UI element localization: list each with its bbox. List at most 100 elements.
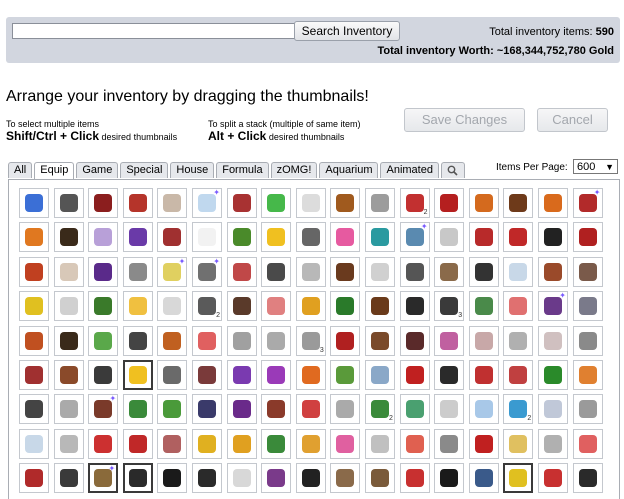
inventory-slot[interactable] [261, 394, 292, 425]
inventory-slot[interactable] [226, 188, 257, 218]
inventory-slot[interactable] [295, 222, 326, 253]
inventory-slot[interactable] [364, 359, 395, 390]
inventory-slot[interactable] [503, 291, 534, 322]
inventory-slot[interactable] [191, 222, 222, 253]
inventory-slot[interactable] [157, 463, 188, 494]
inventory-slot[interactable] [226, 222, 257, 253]
inventory-slot[interactable] [503, 325, 534, 356]
inventory-slot[interactable] [572, 222, 603, 253]
inventory-slot[interactable] [399, 359, 430, 390]
tab-all[interactable]: All [8, 162, 33, 178]
inventory-slot[interactable] [226, 463, 257, 494]
inventory-slot[interactable] [434, 256, 465, 287]
items-per-page-select[interactable]: 600 ▼ [573, 159, 618, 174]
inventory-slot[interactable] [122, 428, 153, 459]
inventory-slot[interactable] [122, 188, 153, 218]
inventory-slot[interactable] [434, 325, 465, 356]
inventory-slot[interactable] [537, 463, 568, 494]
inventory-slot[interactable] [88, 428, 119, 459]
inventory-slot[interactable] [468, 188, 499, 218]
tab-aquarium[interactable]: Aquarium [319, 162, 379, 178]
inventory-slot[interactable] [468, 222, 499, 253]
tab-animated[interactable]: Animated [380, 162, 439, 178]
inventory-slot[interactable] [122, 325, 153, 356]
inventory-slot[interactable] [157, 222, 188, 253]
inventory-slot[interactable] [88, 325, 119, 356]
inventory-slot[interactable]: 2 [364, 394, 395, 425]
inventory-slot[interactable]: 2 [399, 188, 430, 218]
inventory-slot[interactable] [537, 325, 568, 356]
inventory-slot[interactable] [468, 291, 499, 322]
inventory-slot[interactable]: ✦ [537, 291, 568, 322]
inventory-slot[interactable]: 3 [434, 291, 465, 322]
inventory-slot[interactable] [157, 188, 188, 218]
inventory-slot[interactable] [157, 291, 188, 322]
inventory-slot[interactable] [330, 463, 361, 494]
inventory-slot[interactable] [572, 291, 603, 322]
inventory-slot[interactable] [330, 188, 361, 218]
inventory-slot[interactable] [295, 256, 326, 287]
inventory-slot[interactable] [503, 256, 534, 287]
inventory-slot[interactable] [434, 463, 465, 494]
inventory-slot[interactable] [330, 291, 361, 322]
inventory-slot[interactable] [122, 222, 153, 253]
inventory-slot[interactable] [503, 222, 534, 253]
inventory-slot[interactable] [19, 325, 49, 356]
inventory-slot[interactable] [364, 463, 395, 494]
inventory-slot[interactable] [364, 222, 395, 253]
inventory-slot[interactable] [261, 256, 292, 287]
inventory-slot[interactable] [295, 428, 326, 459]
inventory-slot[interactable] [399, 394, 430, 425]
inventory-slot[interactable] [19, 428, 49, 459]
inventory-slot[interactable] [434, 359, 465, 390]
inventory-slot[interactable] [364, 291, 395, 322]
inventory-slot[interactable] [537, 394, 568, 425]
inventory-slot[interactable] [330, 428, 361, 459]
inventory-slot[interactable] [399, 256, 430, 287]
inventory-slot[interactable] [434, 428, 465, 459]
inventory-slot[interactable]: ✦ [191, 256, 222, 287]
inventory-slot[interactable] [226, 359, 257, 390]
inventory-slot[interactable] [53, 359, 84, 390]
tab-formula[interactable]: Formula [216, 162, 269, 178]
inventory-slot[interactable] [122, 256, 153, 287]
inventory-slot[interactable]: 3 [295, 325, 326, 356]
inventory-slot[interactable] [53, 394, 84, 425]
inventory-slot[interactable] [468, 359, 499, 390]
inventory-slot[interactable] [157, 394, 188, 425]
inventory-slot[interactable] [261, 428, 292, 459]
inventory-slot[interactable] [537, 256, 568, 287]
inventory-slot[interactable] [191, 428, 222, 459]
inventory-slot[interactable] [330, 394, 361, 425]
inventory-slot[interactable] [53, 428, 84, 459]
inventory-slot[interactable] [468, 394, 499, 425]
inventory-slot[interactable] [88, 256, 119, 287]
inventory-slot[interactable] [226, 325, 257, 356]
cancel-button[interactable]: Cancel [537, 108, 608, 132]
inventory-slot[interactable] [191, 394, 222, 425]
inventory-slot[interactable] [226, 428, 257, 459]
inventory-slot[interactable] [399, 428, 430, 459]
inventory-slot[interactable] [468, 325, 499, 356]
inventory-slot[interactable] [88, 291, 119, 322]
inventory-slot[interactable] [572, 359, 603, 390]
inventory-slot[interactable] [434, 222, 465, 253]
inventory-slot[interactable] [468, 428, 499, 459]
inventory-slot[interactable] [53, 256, 84, 287]
inventory-slot[interactable] [295, 394, 326, 425]
inventory-slot[interactable] [53, 222, 84, 253]
inventory-slot[interactable] [19, 188, 49, 218]
inventory-slot[interactable] [537, 428, 568, 459]
inventory-slot[interactable] [88, 188, 119, 218]
inventory-slot[interactable] [226, 394, 257, 425]
inventory-slot[interactable]: ✦ [572, 188, 603, 218]
tab-zomg[interactable]: zOMG! [270, 162, 318, 178]
inventory-slot[interactable] [261, 291, 292, 322]
tab-special[interactable]: Special [120, 162, 169, 178]
inventory-slot[interactable]: ✦ [191, 188, 222, 218]
inventory-slot[interactable] [537, 222, 568, 253]
inventory-slot[interactable]: 2 [191, 291, 222, 322]
inventory-slot[interactable] [537, 188, 568, 218]
inventory-slot[interactable] [88, 359, 119, 390]
inventory-slot[interactable]: ✦ [88, 394, 119, 425]
